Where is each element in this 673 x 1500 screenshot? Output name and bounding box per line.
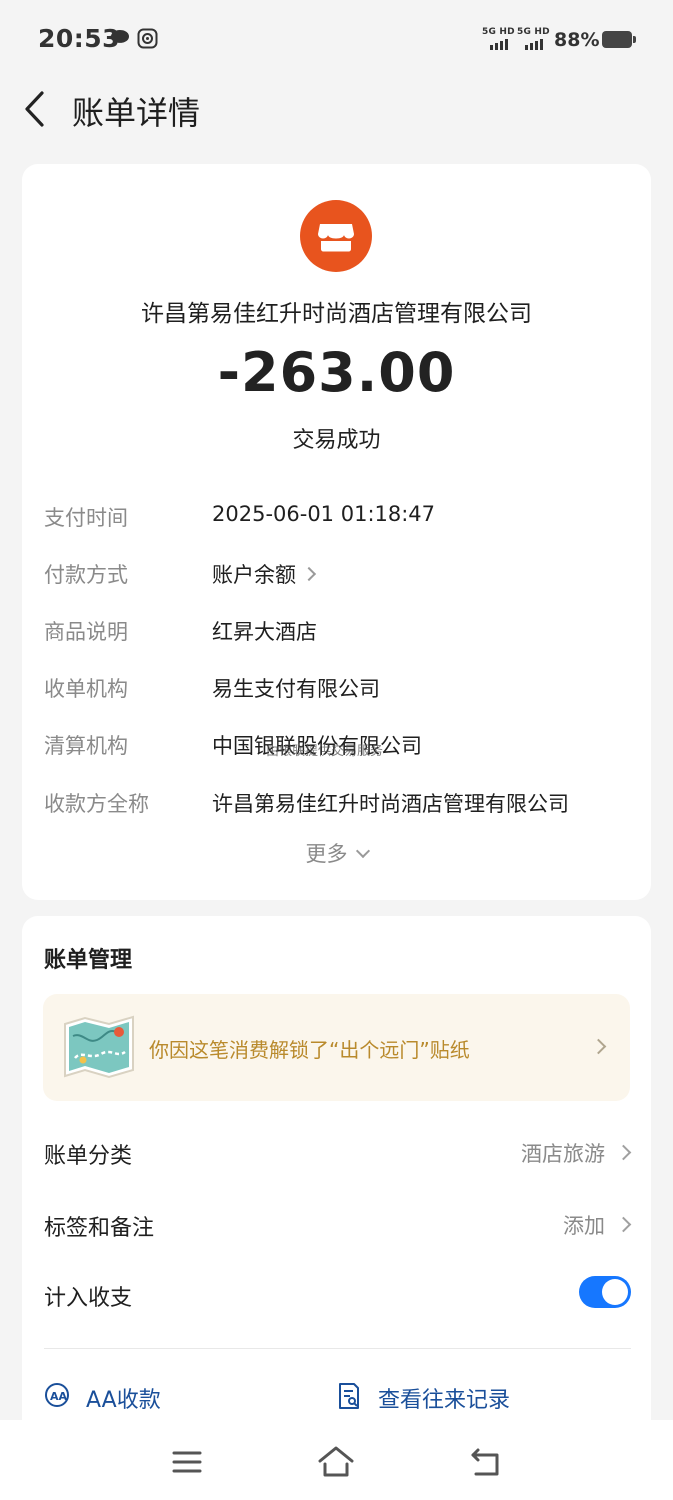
chevron-down-icon bbox=[355, 843, 370, 859]
overlay-watermark-text: 由银联提供交易服务 bbox=[266, 744, 384, 759]
merchant-name: 许昌第易佳红升时尚酒店管理有限公司 bbox=[141, 301, 532, 327]
sim1-label: 5G HD bbox=[482, 27, 515, 37]
sticker-text[interactable]: 你因这笔消费解锁了“出个远门”贴纸 bbox=[149, 1034, 470, 1063]
back-icon[interactable] bbox=[466, 1442, 506, 1482]
battery-icon bbox=[602, 31, 636, 48]
svg-text:AA: AA bbox=[50, 1390, 68, 1403]
map-sticker-icon bbox=[64, 1015, 134, 1079]
include-in-budget-row: 计入收支 bbox=[44, 1276, 631, 1320]
signal-indicator-sim2: 5G HD bbox=[517, 27, 550, 50]
shield-icon bbox=[137, 28, 158, 49]
tags-notes-value[interactable]: 添加 bbox=[563, 1210, 605, 1240]
view-records-label[interactable]: 查看往来记录 bbox=[378, 1382, 510, 1414]
aa-icon: AA bbox=[45, 1383, 69, 1407]
signal-indicator-sim1: 5G HD bbox=[482, 27, 515, 50]
transaction-amount: -263.00 bbox=[217, 341, 456, 404]
toggle-knob bbox=[602, 1279, 628, 1305]
include-in-budget-label: 计入收支 bbox=[44, 1286, 133, 1311]
transaction-card: 许昌第易佳红升时尚酒店管理有限公司 -263.00 交易成功 支付时间 2025… bbox=[22, 164, 651, 900]
detail-key: 付款方式 bbox=[44, 563, 128, 587]
chevron-right-icon bbox=[301, 566, 317, 582]
records-icon bbox=[339, 1383, 359, 1409]
aa-collect-label[interactable]: AA收款 bbox=[86, 1382, 161, 1414]
bill-category-value[interactable]: 酒店旅游 bbox=[521, 1138, 605, 1168]
include-in-budget-toggle[interactable] bbox=[579, 1276, 631, 1308]
transaction-status: 交易成功 bbox=[292, 428, 381, 453]
page-title: 账单详情 bbox=[72, 94, 201, 132]
pay-method-value[interactable]: 账户余额 bbox=[212, 563, 296, 587]
divider bbox=[44, 1348, 631, 1349]
chevron-right-icon bbox=[590, 1038, 607, 1055]
chevron-right-icon bbox=[615, 1144, 632, 1161]
signal-icon bbox=[525, 39, 550, 50]
chat-bubble-icon bbox=[111, 30, 129, 45]
detail-key: 收单机构 bbox=[44, 677, 128, 701]
merchant-logo bbox=[300, 200, 372, 272]
tags-notes-row[interactable]: 标签和备注 添加 bbox=[44, 1210, 632, 1250]
detail-value: 易生支付有限公司 bbox=[212, 677, 380, 701]
view-records-button[interactable]: 查看往来记录 bbox=[336, 1380, 556, 1416]
more-label[interactable]: 更多 bbox=[306, 842, 348, 866]
system-nav-bar bbox=[0, 1420, 673, 1500]
detail-row-pay-time: 支付时间 2025-06-01 01:18:47 bbox=[44, 502, 634, 536]
detail-row-goods: 商品说明 红昇大酒店 bbox=[44, 616, 634, 650]
signal-icon bbox=[490, 39, 515, 50]
aa-collect-button[interactable]: AA AA收款 bbox=[44, 1380, 244, 1416]
detail-key: 支付时间 bbox=[44, 506, 128, 530]
menu-icon[interactable] bbox=[167, 1442, 207, 1482]
detail-row-payee-fullname: 收款方全称 许昌第易佳红升时尚酒店管理有限公司 bbox=[44, 788, 634, 822]
chevron-left-icon[interactable] bbox=[22, 90, 50, 128]
chevron-right-icon bbox=[615, 1216, 632, 1233]
detail-value: 红昇大酒店 bbox=[212, 620, 317, 644]
detail-key: 商品说明 bbox=[44, 620, 128, 644]
detail-row-pay-method[interactable]: 付款方式 账户余额 bbox=[44, 559, 634, 593]
detail-value: 2025-06-01 01:18:47 bbox=[212, 502, 436, 526]
detail-value: 许昌第易佳红升时尚酒店管理有限公司 bbox=[212, 792, 569, 816]
tags-notes-label: 标签和备注 bbox=[44, 1216, 155, 1241]
sim2-label: 5G HD bbox=[517, 27, 550, 37]
status-time: 20:53 bbox=[38, 24, 121, 53]
bill-management-card: 账单管理 你因这笔消费解锁了“出个远门”贴纸 账单分类 酒店旅游 标签和备注 添… bbox=[22, 916, 651, 1436]
more-button[interactable]: 更多 bbox=[22, 838, 651, 868]
bill-category-label: 账单分类 bbox=[44, 1144, 133, 1169]
home-icon[interactable] bbox=[316, 1442, 356, 1482]
sticker-banner[interactable]: 你因这笔消费解锁了“出个远门”贴纸 bbox=[43, 994, 630, 1101]
detail-key: 清算机构 bbox=[44, 734, 128, 758]
section-title: 账单管理 bbox=[44, 948, 133, 973]
bill-category-row[interactable]: 账单分类 酒店旅游 bbox=[44, 1138, 632, 1178]
detail-key: 收款方全称 bbox=[44, 792, 149, 816]
detail-value[interactable]: 账户余额 bbox=[212, 559, 317, 589]
detail-row-acquirer: 收单机构 易生支付有限公司 bbox=[44, 673, 634, 707]
store-icon bbox=[318, 224, 354, 252]
battery-percentage: 88% bbox=[554, 29, 600, 51]
